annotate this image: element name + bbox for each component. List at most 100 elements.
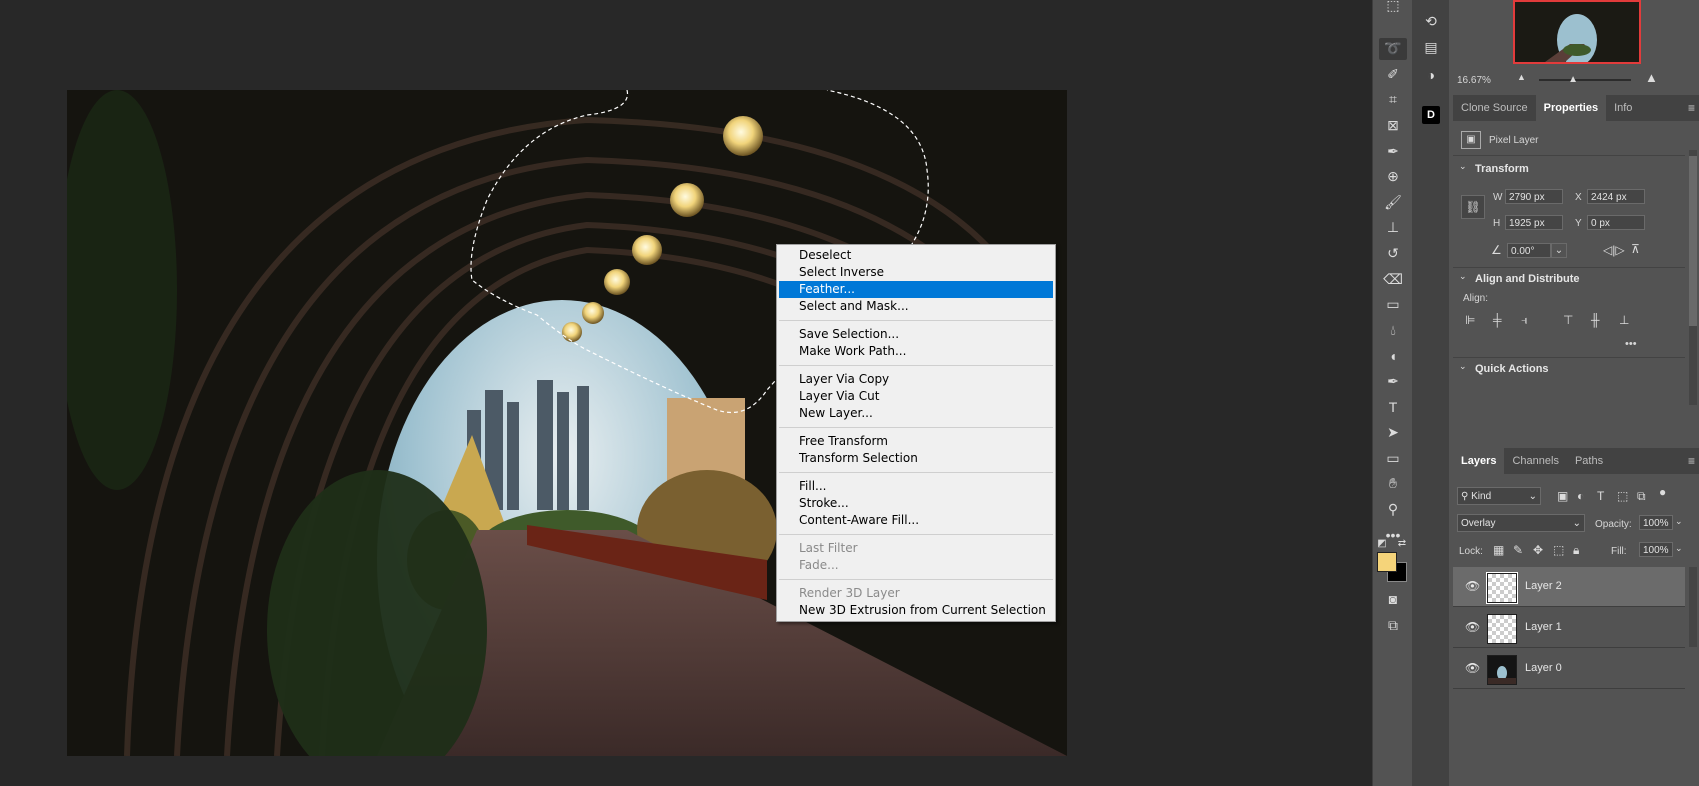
stamp-icon[interactable]: ⊥ — [1379, 217, 1407, 239]
align-center-h-icon[interactable]: ╪ — [1493, 313, 1502, 327]
layers-menu-icon[interactable]: ≡ — [1688, 454, 1695, 468]
align-right-icon[interactable]: ⫣ — [1521, 313, 1528, 328]
menu-item-transform-selection[interactable]: Transform Selection — [779, 450, 1053, 467]
adjustments-icon[interactable]: ◑ — [1418, 64, 1444, 86]
move-icon[interactable]: ⬚ — [1379, 0, 1407, 16]
menu-item-fill[interactable]: Fill... — [779, 478, 1053, 495]
hand-icon[interactable]: ✋︎ — [1379, 473, 1407, 495]
libraries-icon[interactable]: ▤ — [1418, 36, 1444, 58]
opacity-field[interactable]: 100% — [1639, 515, 1673, 530]
link-icon[interactable]: ⛓ — [1461, 195, 1485, 219]
tab-clone-source[interactable]: Clone Source — [1453, 95, 1536, 121]
flip-vertical-icon[interactable]: ⊼ — [1631, 242, 1640, 256]
foreground-color-swatch[interactable] — [1377, 552, 1397, 572]
menu-item-save-selection[interactable]: Save Selection... — [779, 326, 1053, 343]
layer-name[interactable]: Layer 2 — [1525, 580, 1562, 592]
history-icon[interactable]: ⟲ — [1418, 10, 1444, 32]
layer-row[interactable]: 👁︎ Layer 0 — [1453, 649, 1685, 689]
align-middle-v-icon[interactable]: ╫ — [1591, 313, 1600, 327]
angle-dropdown-icon[interactable]: ⌄ — [1551, 243, 1567, 258]
swap-colors-icon[interactable]: ⇄ — [1395, 532, 1409, 554]
align-top-icon[interactable]: ⊤ — [1563, 313, 1573, 327]
x-field[interactable]: 2424 px — [1587, 189, 1645, 204]
menu-item-stroke[interactable]: Stroke... — [779, 495, 1053, 512]
width-field[interactable]: 2790 px — [1505, 189, 1563, 204]
lock-position-icon[interactable]: ✥ — [1533, 543, 1543, 557]
filter-shape-icon[interactable]: ⬚ — [1617, 489, 1628, 503]
zoom-out-icon[interactable]: ▲ — [1517, 72, 1526, 82]
filter-pixel-icon[interactable]: ▣ — [1557, 489, 1568, 503]
layer-name[interactable]: Layer 0 — [1525, 662, 1562, 674]
default-colors-icon[interactable]: ◩ — [1375, 532, 1389, 554]
properties-scrollbar[interactable] — [1689, 150, 1697, 405]
quick-mask-icon[interactable]: ◙ — [1379, 588, 1407, 610]
more-align-icon[interactable]: ••• — [1625, 338, 1637, 350]
lock-pixels-icon[interactable]: ✎ — [1513, 543, 1523, 557]
visibility-eye-icon[interactable]: 👁︎ — [1465, 620, 1480, 634]
plugin-icon[interactable]: D — [1418, 104, 1444, 126]
filter-toggle-icon[interactable]: ● — [1659, 485, 1666, 499]
align-left-icon[interactable]: ⊫ — [1465, 313, 1475, 327]
crop-icon[interactable]: ⌗ — [1379, 89, 1407, 111]
align-bottom-icon[interactable]: ⊥ — [1619, 313, 1629, 327]
menu-item-select-and-mask[interactable]: Select and Mask... — [779, 298, 1053, 315]
y-field[interactable]: 0 px — [1587, 215, 1645, 230]
screen-mode-icon[interactable]: ⧉ — [1379, 614, 1407, 636]
rectangle-icon[interactable]: ▭ — [1379, 447, 1407, 469]
layer-filter-kind[interactable]: ⚲ Kind ⌄ — [1457, 487, 1541, 505]
filter-adjustment-icon[interactable]: ◐ — [1577, 489, 1584, 503]
menu-item-feather[interactable]: Feather... — [779, 281, 1053, 298]
healing-icon[interactable]: ⊕ — [1379, 166, 1407, 188]
blend-mode-select[interactable]: Overlay ⌄ — [1457, 514, 1585, 532]
gradient-icon[interactable]: ▭ — [1379, 294, 1407, 316]
dodge-icon[interactable]: ◖ — [1379, 345, 1407, 367]
menu-item-new-layer[interactable]: New Layer... — [779, 405, 1053, 422]
menu-item-layer-via-copy[interactable]: Layer Via Copy — [779, 371, 1053, 388]
filter-smart-object-icon[interactable]: ⧉ — [1637, 489, 1646, 504]
eyedropper-icon[interactable]: ✒ — [1379, 140, 1407, 162]
tab-info[interactable]: Info — [1606, 95, 1640, 121]
blur-icon[interactable]: 💧︎ — [1379, 319, 1407, 341]
menu-item-new-3d-extrusion-from-current-selection[interactable]: New 3D Extrusion from Current Selection — [779, 602, 1053, 619]
menu-item-free-transform[interactable]: Free Transform — [779, 433, 1053, 450]
visibility-eye-icon[interactable]: 👁︎ — [1465, 579, 1480, 593]
layers-scrollbar[interactable] — [1689, 567, 1697, 647]
lock-transparency-icon[interactable]: ▦ — [1493, 543, 1504, 557]
menu-item-deselect[interactable]: Deselect — [779, 247, 1053, 264]
quick-selection-icon[interactable]: ✐ — [1379, 63, 1407, 85]
collapse-align-icon[interactable]: ⌄ — [1459, 271, 1467, 282]
layer-row[interactable]: 👁︎ Layer 1 — [1453, 608, 1685, 648]
collapse-quick-actions-icon[interactable]: ⌄ — [1459, 361, 1467, 372]
visibility-eye-icon[interactable]: 👁︎ — [1465, 661, 1480, 675]
menu-item-layer-via-cut[interactable]: Layer Via Cut — [779, 388, 1053, 405]
frame-icon[interactable]: ⊠ — [1379, 114, 1407, 136]
flip-horizontal-icon[interactable]: ◁|▷ — [1603, 243, 1625, 257]
history-brush-icon[interactable]: ↺ — [1379, 242, 1407, 264]
navigator-thumbnail[interactable] — [1513, 0, 1641, 64]
lasso-icon[interactable]: ➰ — [1379, 37, 1407, 60]
tab-channels[interactable]: Channels — [1504, 448, 1566, 474]
pen-icon[interactable]: ✒ — [1379, 370, 1407, 392]
angle-field[interactable]: 0.00° — [1507, 243, 1551, 258]
eraser-icon[interactable]: ⌫ — [1379, 268, 1407, 290]
opacity-dropdown-icon[interactable]: ⌄ — [1675, 516, 1683, 527]
layer-name[interactable]: Layer 1 — [1525, 621, 1562, 633]
filter-type-icon[interactable]: T — [1597, 489, 1604, 503]
tab-paths[interactable]: Paths — [1567, 448, 1611, 474]
menu-item-select-inverse[interactable]: Select Inverse — [779, 264, 1053, 281]
tab-properties[interactable]: Properties — [1535, 95, 1607, 121]
brush-icon[interactable]: 🖌︎ — [1379, 191, 1407, 213]
menu-item-content-aware-fill[interactable]: Content-Aware Fill... — [779, 512, 1053, 529]
menu-item-make-work-path[interactable]: Make Work Path... — [779, 343, 1053, 360]
fill-field[interactable]: 100% — [1639, 542, 1673, 557]
zoom-icon[interactable]: ⚲ — [1379, 498, 1407, 520]
tab-layers[interactable]: Layers — [1453, 448, 1505, 474]
lock-all-icon[interactable]: 🔒︎ — [1573, 543, 1579, 558]
panel-menu-icon[interactable]: ≡ — [1688, 101, 1695, 115]
collapse-transform-icon[interactable]: ⌄ — [1459, 161, 1467, 172]
lock-artboard-icon[interactable]: ⬚ — [1553, 543, 1564, 557]
zoom-slider-thumb[interactable]: ▲ — [1568, 74, 1578, 85]
layer-row[interactable]: 👁︎ Layer 2 — [1453, 567, 1685, 607]
height-field[interactable]: 1925 px — [1505, 215, 1563, 230]
zoom-slider[interactable] — [1539, 79, 1631, 81]
